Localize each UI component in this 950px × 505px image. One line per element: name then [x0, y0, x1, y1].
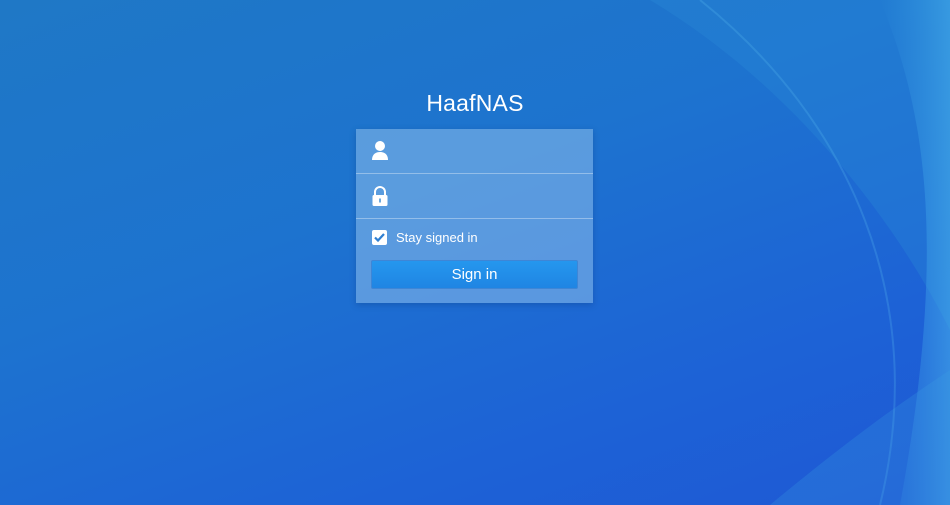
- user-icon: [370, 140, 390, 162]
- lock-icon: [370, 185, 390, 207]
- password-input[interactable]: [400, 174, 585, 218]
- stay-signed-in-label: Stay signed in: [396, 229, 478, 245]
- username-field[interactable]: [356, 129, 593, 174]
- stay-signed-in[interactable]: Stay signed in: [372, 228, 478, 246]
- password-field[interactable]: [356, 174, 593, 219]
- login-panel: Stay signed in Sign in: [356, 129, 593, 303]
- stay-signed-in-checkbox[interactable]: [372, 229, 387, 245]
- check-icon: [374, 232, 385, 242]
- sign-in-button[interactable]: Sign in: [371, 260, 578, 289]
- username-input[interactable]: [400, 129, 585, 173]
- app-title: HaafNAS: [426, 90, 524, 116]
